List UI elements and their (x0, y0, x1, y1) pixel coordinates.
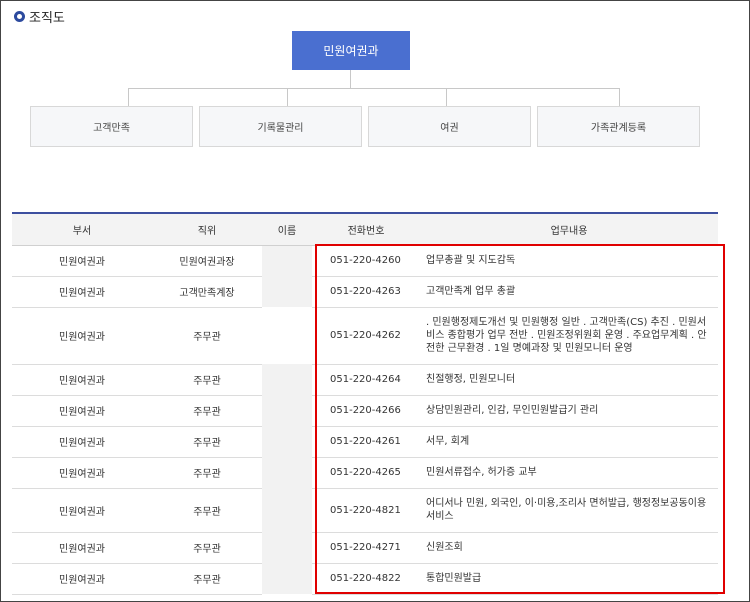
cell-position: 주무관 (152, 307, 262, 365)
header-phone: 전화번호 (312, 213, 420, 246)
cell-phone: 051-220-4261 (312, 426, 420, 458)
cell-duty: 서무, 회계 (420, 426, 718, 458)
cell-position: 주무관 (152, 488, 262, 533)
table-row: 민원여권과 주무관 051-220-4262 . 민원행정제도개선 및 민원행정… (12, 307, 718, 365)
cell-duty: 업무총괄 및 지도감독 (420, 245, 718, 277)
cell-phone: 051-220-4271 (312, 532, 420, 564)
cell-phone: 051-220-4265 (312, 457, 420, 489)
cell-dept: 민원여권과 (12, 532, 152, 564)
table-row: 민원여권과 고객만족계장 051-220-4263 고객만족계 업무 총괄 (12, 276, 718, 308)
org-connector (619, 88, 620, 106)
section-title: 조직도 (14, 6, 65, 26)
table-row: 민원여권과 주무관 051-220-4266 상담민원관리, 인감, 무인민원발… (12, 395, 718, 427)
header-name: 이름 (262, 213, 312, 246)
cell-duty: . 민원행정제도개선 및 민원행정 일반 . 고객만족(CS) 추진 . 민원서… (420, 307, 718, 365)
cell-phone: 051-220-4821 (312, 488, 420, 533)
cell-phone: 051-220-4264 (312, 364, 420, 396)
org-connector (350, 70, 351, 88)
cell-name (262, 532, 312, 563)
table-row: 민원여권과 주무관 051-220-4271 신원조회 (12, 532, 718, 564)
staff-table: 부서 직위 이름 전화번호 업무내용 민원여권과 민원여권과장 051-220-… (12, 212, 718, 595)
org-child-records: 기록물관리 (199, 106, 362, 147)
cell-phone: 051-220-4262 (312, 307, 420, 365)
cell-name (262, 488, 312, 532)
cell-position: 민원여권과장 (152, 245, 262, 277)
cell-phone: 051-220-4266 (312, 395, 420, 427)
table-row: 민원여권과 주무관 051-220-4264 친절행정, 민원모니터 (12, 364, 718, 396)
cell-dept: 민원여권과 (12, 563, 152, 595)
cell-duty: 민원서류접수, 허가증 교부 (420, 457, 718, 489)
table-row: 민원여권과 민원여권과장 051-220-4260 업무총괄 및 지도감독 (12, 245, 718, 277)
cell-name (262, 395, 312, 426)
cell-name (262, 276, 312, 307)
cell-dept: 민원여권과 (12, 245, 152, 277)
cell-dept: 민원여권과 (12, 276, 152, 308)
cell-position: 주무관 (152, 457, 262, 489)
header-dept: 부서 (12, 213, 152, 246)
cell-phone: 051-220-4822 (312, 563, 420, 595)
org-child-passport: 여권 (368, 106, 531, 147)
cell-position: 주무관 (152, 426, 262, 458)
cell-dept: 민원여권과 (12, 488, 152, 533)
org-connector (446, 88, 447, 106)
cell-duty: 상담민원관리, 인감, 무인민원발급기 관리 (420, 395, 718, 427)
section-title-text: 조직도 (29, 10, 65, 26)
org-connector (128, 88, 129, 106)
cell-duty: 친절행정, 민원모니터 (420, 364, 718, 396)
table-row: 민원여권과 주무관 051-220-4261 서무, 회계 (12, 426, 718, 458)
cell-dept: 민원여권과 (12, 395, 152, 427)
cell-name (262, 457, 312, 488)
org-connector (128, 88, 620, 89)
cell-dept: 민원여권과 (12, 364, 152, 396)
cell-dept: 민원여권과 (12, 307, 152, 365)
cell-phone: 051-220-4263 (312, 276, 420, 308)
table-row: 민원여권과 주무관 051-220-4265 민원서류접수, 허가증 교부 (12, 457, 718, 489)
header-duty: 업무내용 (420, 213, 718, 246)
cell-position: 주무관 (152, 532, 262, 564)
cell-name (262, 364, 312, 395)
cell-name (262, 426, 312, 457)
header-position: 직위 (152, 213, 262, 246)
table-row: 민원여권과 주무관 051-220-4821 어디서나 민원, 외국인, 이·미… (12, 488, 718, 533)
cell-name (262, 563, 312, 594)
org-connector (287, 88, 288, 106)
cell-position: 고객만족계장 (152, 276, 262, 308)
cell-dept: 민원여권과 (12, 457, 152, 489)
cell-name (262, 245, 312, 276)
cell-duty: 어디서나 민원, 외국인, 이·미용,조리사 면허발급, 행정정보공동이용서비스 (420, 488, 718, 533)
cell-duty: 고객만족계 업무 총괄 (420, 276, 718, 308)
table-row: 민원여권과 주무관 051-220-4822 통합민원발급 (12, 563, 718, 595)
org-head-box: 민원여권과 (292, 31, 410, 70)
cell-phone: 051-220-4260 (312, 245, 420, 277)
cell-position: 주무관 (152, 364, 262, 396)
org-child-customer: 고객만족 (30, 106, 193, 147)
cell-dept: 민원여권과 (12, 426, 152, 458)
table-header-row: 부서 직위 이름 전화번호 업무내용 (12, 213, 718, 246)
cell-position: 주무관 (152, 563, 262, 595)
cell-position: 주무관 (152, 395, 262, 427)
cell-name (262, 307, 312, 364)
cell-duty: 통합민원발급 (420, 563, 718, 595)
org-child-family: 가족관계등록 (537, 106, 700, 147)
circle-bullet-icon (14, 10, 25, 22)
cell-duty: 신원조회 (420, 532, 718, 564)
